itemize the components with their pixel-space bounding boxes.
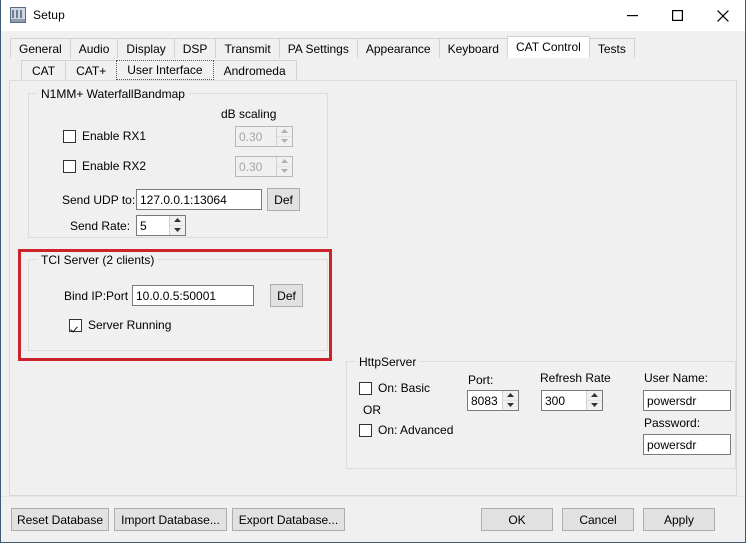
enable-rx1-label: Enable RX1 bbox=[82, 129, 146, 143]
http-port-down-arrow[interactable] bbox=[503, 401, 518, 411]
tab-display[interactable]: Display bbox=[117, 38, 174, 58]
tab-audio[interactable]: Audio bbox=[70, 38, 119, 58]
tab-cat-control[interactable]: CAT Control bbox=[507, 36, 590, 58]
http-password-value: powersdr bbox=[647, 438, 696, 452]
tci-def-button[interactable]: Def bbox=[270, 284, 303, 307]
http-user-name-label: User Name: bbox=[644, 371, 708, 385]
footer-bar: Reset Database Import Database... Export… bbox=[1, 496, 745, 542]
http-on-basic-label: On: Basic bbox=[378, 381, 430, 395]
http-refresh-rate-stepper[interactable]: 300 bbox=[541, 390, 603, 411]
reset-database-button[interactable]: Reset Database bbox=[11, 508, 109, 531]
http-port-up-arrow[interactable] bbox=[503, 391, 518, 401]
window-controls bbox=[610, 0, 745, 31]
rx2-db-scaling-down-arrow[interactable] bbox=[277, 167, 292, 177]
db-scaling-label: dB scaling bbox=[221, 107, 276, 121]
tab-user-interface[interactable]: User Interface bbox=[116, 60, 213, 80]
rx2-db-scaling-up-arrow[interactable] bbox=[277, 157, 292, 167]
bind-ip-port-input[interactable]: 10.0.0.5:50001 bbox=[132, 285, 254, 306]
bind-ip-port-label: Bind IP:Port bbox=[64, 289, 128, 303]
send-udp-def-button[interactable]: Def bbox=[267, 188, 300, 211]
tab-dsp[interactable]: DSP bbox=[174, 38, 217, 58]
http-refresh-rate-label: Refresh Rate bbox=[540, 371, 611, 385]
waterfall-bandmap-group: N1MM+ WaterfallBandmap dB scaling Enable… bbox=[28, 93, 328, 238]
rx2-db-scaling-stepper[interactable]: 0.30 bbox=[235, 156, 293, 177]
http-port-stepper[interactable]: 8083 bbox=[467, 390, 519, 411]
http-user-name-value: powersdr bbox=[647, 394, 696, 408]
http-password-label: Password: bbox=[644, 416, 700, 430]
http-or-label: OR bbox=[363, 403, 381, 417]
http-port-value: 8083 bbox=[468, 391, 502, 410]
server-running-label: Server Running bbox=[88, 318, 171, 332]
send-udp-value: 127.0.0.1:13064 bbox=[140, 193, 227, 207]
tci-server-legend: TCI Server (2 clients) bbox=[37, 253, 158, 267]
http-port-label: Port: bbox=[468, 373, 493, 387]
enable-rx2-checkbox[interactable] bbox=[63, 160, 76, 173]
http-user-name-input[interactable]: powersdr bbox=[643, 390, 731, 411]
send-udp-label: Send UDP to: bbox=[62, 193, 135, 207]
tab-cat-plus[interactable]: CAT+ bbox=[65, 60, 117, 80]
tab-cat[interactable]: CAT bbox=[21, 60, 66, 80]
enable-rx1-checkbox[interactable] bbox=[63, 130, 76, 143]
rx1-db-scaling-down-arrow[interactable] bbox=[277, 137, 292, 147]
ok-button[interactable]: OK bbox=[481, 508, 553, 531]
http-server-legend: HttpServer bbox=[355, 355, 420, 369]
export-database-button[interactable]: Export Database... bbox=[232, 508, 345, 531]
http-refresh-rate-down-arrow[interactable] bbox=[587, 401, 602, 411]
setup-window-icon bbox=[10, 7, 26, 23]
apply-button[interactable]: Apply bbox=[643, 508, 715, 531]
setup-window: Setup General Audio Display DSP Transmit… bbox=[0, 0, 746, 543]
window-title: Setup bbox=[33, 8, 65, 22]
http-server-group: HttpServer On: Basic OR On: Advanced Por… bbox=[346, 361, 736, 469]
send-rate-down-arrow[interactable] bbox=[170, 226, 185, 236]
secondary-tab-row: CAT CAT+ User Interface Andromeda bbox=[9, 59, 745, 80]
send-rate-label: Send Rate: bbox=[70, 219, 130, 233]
rx2-db-scaling-value: 0.30 bbox=[236, 157, 276, 176]
footer-divider bbox=[1, 496, 745, 497]
cancel-button[interactable]: Cancel bbox=[562, 508, 634, 531]
tab-pa-settings[interactable]: PA Settings bbox=[279, 38, 358, 58]
minimize-icon[interactable] bbox=[610, 0, 655, 31]
tab-appearance[interactable]: Appearance bbox=[357, 38, 440, 58]
rx1-db-scaling-stepper[interactable]: 0.30 bbox=[235, 126, 293, 147]
tab-general[interactable]: General bbox=[10, 38, 71, 58]
http-on-advanced-label: On: Advanced bbox=[378, 423, 453, 437]
send-udp-input[interactable]: 127.0.0.1:13064 bbox=[136, 189, 262, 210]
tab-strip: General Audio Display DSP Transmit PA Se… bbox=[1, 31, 745, 80]
tci-server-group: TCI Server (2 clients) Bind IP:Port 10.0… bbox=[28, 259, 328, 351]
maximize-icon[interactable] bbox=[655, 0, 700, 31]
http-on-basic-checkbox[interactable] bbox=[359, 382, 372, 395]
rx1-db-scaling-value: 0.30 bbox=[236, 127, 276, 146]
send-rate-value: 5 bbox=[137, 216, 169, 235]
rx1-db-scaling-up-arrow[interactable] bbox=[277, 127, 292, 137]
http-refresh-rate-up-arrow[interactable] bbox=[587, 391, 602, 401]
tab-tests[interactable]: Tests bbox=[589, 38, 635, 58]
primary-tab-row: General Audio Display DSP Transmit PA Se… bbox=[9, 37, 745, 58]
send-rate-stepper[interactable]: 5 bbox=[136, 215, 186, 236]
waterfall-bandmap-legend: N1MM+ WaterfallBandmap bbox=[37, 87, 189, 101]
http-password-input[interactable]: powersdr bbox=[643, 434, 731, 455]
bind-ip-port-value: 10.0.0.5:50001 bbox=[136, 289, 216, 303]
tab-transmit[interactable]: Transmit bbox=[215, 38, 279, 58]
title-bar: Setup bbox=[1, 0, 745, 31]
import-database-button[interactable]: Import Database... bbox=[114, 508, 227, 531]
tab-keyboard[interactable]: Keyboard bbox=[439, 38, 508, 58]
tab-andromeda[interactable]: Andromeda bbox=[213, 60, 297, 80]
server-running-checkbox[interactable] bbox=[69, 319, 82, 332]
enable-rx2-label: Enable RX2 bbox=[82, 159, 146, 173]
http-on-advanced-checkbox[interactable] bbox=[359, 424, 372, 437]
http-refresh-rate-value: 300 bbox=[542, 391, 586, 410]
send-rate-up-arrow[interactable] bbox=[170, 216, 185, 226]
tab-content-panel: N1MM+ WaterfallBandmap dB scaling Enable… bbox=[9, 80, 737, 496]
close-icon[interactable] bbox=[700, 0, 745, 31]
